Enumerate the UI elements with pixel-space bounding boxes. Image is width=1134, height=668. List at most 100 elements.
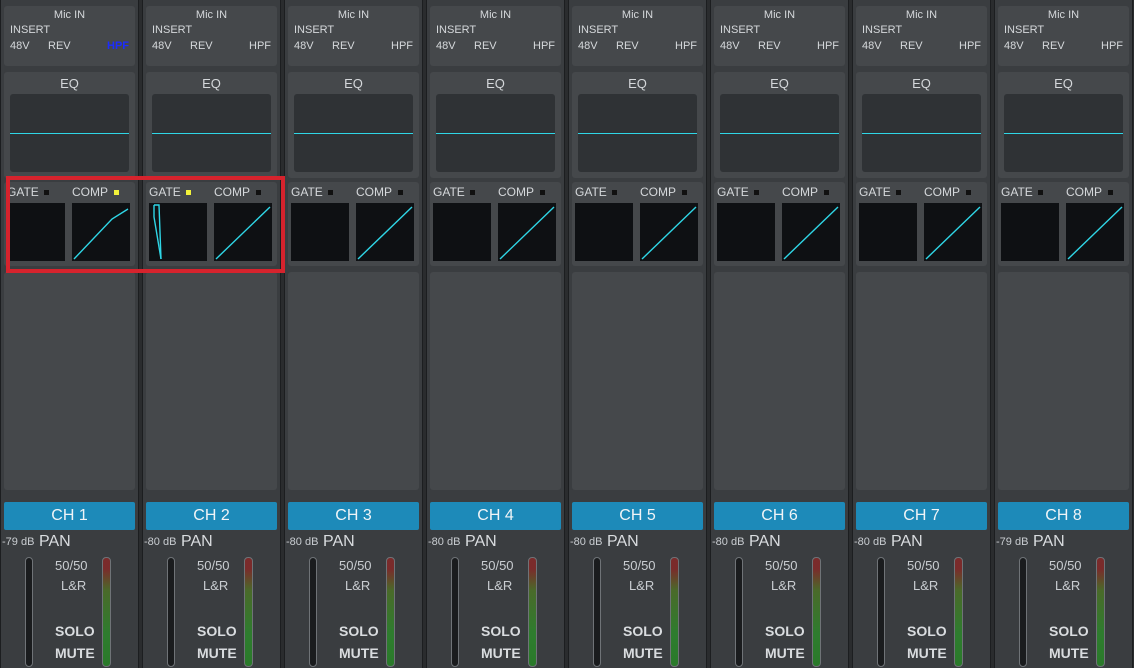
comp-graph[interactable] bbox=[782, 203, 840, 261]
fader-track[interactable] bbox=[309, 557, 317, 667]
eq-section[interactable]: EQ bbox=[146, 72, 277, 178]
insert-button[interactable]: INSERT bbox=[294, 24, 334, 36]
gate-graph[interactable] bbox=[433, 203, 491, 261]
comp-graph[interactable] bbox=[498, 203, 556, 261]
hpf-button[interactable]: HPF bbox=[533, 40, 555, 52]
comp-label[interactable]: COMP bbox=[356, 185, 392, 199]
solo-button[interactable]: SOLO bbox=[339, 623, 379, 639]
fader-track[interactable] bbox=[167, 557, 175, 667]
eq-curve-display[interactable] bbox=[862, 94, 981, 172]
eq-curve-display[interactable] bbox=[436, 94, 555, 172]
input-section[interactable]: Mic IN INSERT 48V REV HPF bbox=[288, 6, 419, 66]
bus-assign-label[interactable]: L&R bbox=[913, 578, 938, 593]
hpf-button[interactable]: HPF bbox=[107, 40, 129, 52]
gate-label[interactable]: GATE bbox=[859, 185, 891, 199]
eq-curve-display[interactable] bbox=[720, 94, 839, 172]
input-section[interactable]: Mic IN INSERT 48V REV HPF bbox=[572, 6, 703, 66]
bus-assign-label[interactable]: L&R bbox=[1055, 578, 1080, 593]
comp-label[interactable]: COMP bbox=[72, 185, 108, 199]
insert-button[interactable]: INSERT bbox=[720, 24, 760, 36]
pan-label[interactable]: PAN bbox=[39, 533, 71, 551]
reverb-button[interactable]: REV bbox=[1042, 40, 1065, 52]
pan-label[interactable]: PAN bbox=[323, 533, 355, 551]
hpf-button[interactable]: HPF bbox=[817, 40, 839, 52]
channel-name-button[interactable]: CH 8 bbox=[998, 502, 1129, 530]
input-section[interactable]: Mic IN INSERT 48V REV HPF bbox=[146, 6, 277, 66]
phantom-48v-button[interactable]: 48V bbox=[720, 40, 740, 52]
reverb-button[interactable]: REV bbox=[474, 40, 497, 52]
input-source-label[interactable]: Mic IN bbox=[430, 9, 561, 21]
mute-button[interactable]: MUTE bbox=[197, 645, 237, 661]
insert-button[interactable]: INSERT bbox=[1004, 24, 1044, 36]
phantom-48v-button[interactable]: 48V bbox=[1004, 40, 1024, 52]
input-section[interactable]: Mic IN INSERT 48V REV HPF bbox=[430, 6, 561, 66]
input-source-label[interactable]: Mic IN bbox=[288, 9, 419, 21]
input-source-label[interactable]: Mic IN bbox=[856, 9, 987, 21]
comp-graph[interactable] bbox=[72, 203, 130, 261]
hpf-button[interactable]: HPF bbox=[675, 40, 697, 52]
channel-name-button[interactable]: CH 6 bbox=[714, 502, 845, 530]
fader-track[interactable] bbox=[1019, 557, 1027, 667]
input-section[interactable]: Mic IN INSERT 48V REV HPF bbox=[856, 6, 987, 66]
channel-name-button[interactable]: CH 5 bbox=[572, 502, 703, 530]
bus-assign-label[interactable]: L&R bbox=[487, 578, 512, 593]
channel-name-button[interactable]: CH 4 bbox=[430, 502, 561, 530]
reverb-button[interactable]: REV bbox=[616, 40, 639, 52]
comp-graph[interactable] bbox=[356, 203, 414, 261]
eq-section[interactable]: EQ bbox=[714, 72, 845, 178]
gate-label[interactable]: GATE bbox=[291, 185, 323, 199]
gate-graph[interactable] bbox=[7, 203, 65, 261]
eq-curve-display[interactable] bbox=[294, 94, 413, 172]
gate-graph[interactable] bbox=[859, 203, 917, 261]
gate-graph[interactable] bbox=[717, 203, 775, 261]
solo-button[interactable]: SOLO bbox=[623, 623, 663, 639]
input-source-label[interactable]: Mic IN bbox=[4, 9, 135, 21]
input-source-label[interactable]: Mic IN bbox=[714, 9, 845, 21]
eq-curve-display[interactable] bbox=[10, 94, 129, 172]
insert-button[interactable]: INSERT bbox=[152, 24, 192, 36]
insert-button[interactable]: INSERT bbox=[10, 24, 50, 36]
channel-name-button[interactable]: CH 1 bbox=[4, 502, 135, 530]
solo-button[interactable]: SOLO bbox=[907, 623, 947, 639]
fader-track[interactable] bbox=[593, 557, 601, 667]
pan-label[interactable]: PAN bbox=[749, 533, 781, 551]
bus-assign-label[interactable]: L&R bbox=[771, 578, 796, 593]
gate-label[interactable]: GATE bbox=[1001, 185, 1033, 199]
gate-label[interactable]: GATE bbox=[433, 185, 465, 199]
channel-name-button[interactable]: CH 2 bbox=[146, 502, 277, 530]
phantom-48v-button[interactable]: 48V bbox=[578, 40, 598, 52]
input-source-label[interactable]: Mic IN bbox=[146, 9, 277, 21]
fader-track[interactable] bbox=[451, 557, 459, 667]
pan-label[interactable]: PAN bbox=[181, 533, 213, 551]
mute-button[interactable]: MUTE bbox=[1049, 645, 1089, 661]
phantom-48v-button[interactable]: 48V bbox=[862, 40, 882, 52]
reverb-button[interactable]: REV bbox=[332, 40, 355, 52]
bus-assign-label[interactable]: L&R bbox=[203, 578, 228, 593]
gate-graph[interactable] bbox=[291, 203, 349, 261]
reverb-button[interactable]: REV bbox=[900, 40, 923, 52]
eq-section[interactable]: EQ bbox=[430, 72, 561, 178]
eq-curve-display[interactable] bbox=[578, 94, 697, 172]
input-section[interactable]: Mic IN INSERT 48V REV HPF bbox=[4, 6, 135, 66]
comp-label[interactable]: COMP bbox=[782, 185, 818, 199]
eq-section[interactable]: EQ bbox=[856, 72, 987, 178]
bus-assign-label[interactable]: L&R bbox=[629, 578, 654, 593]
input-section[interactable]: Mic IN INSERT 48V REV HPF bbox=[998, 6, 1129, 66]
reverb-button[interactable]: REV bbox=[758, 40, 781, 52]
comp-graph[interactable] bbox=[924, 203, 982, 261]
mute-button[interactable]: MUTE bbox=[339, 645, 379, 661]
channel-name-button[interactable]: CH 3 bbox=[288, 502, 419, 530]
insert-button[interactable]: INSERT bbox=[436, 24, 476, 36]
gate-graph[interactable] bbox=[149, 203, 207, 261]
comp-graph[interactable] bbox=[640, 203, 698, 261]
pan-label[interactable]: PAN bbox=[607, 533, 639, 551]
phantom-48v-button[interactable]: 48V bbox=[294, 40, 314, 52]
solo-button[interactable]: SOLO bbox=[481, 623, 521, 639]
comp-label[interactable]: COMP bbox=[640, 185, 676, 199]
comp-label[interactable]: COMP bbox=[498, 185, 534, 199]
pan-label[interactable]: PAN bbox=[891, 533, 923, 551]
reverb-button[interactable]: REV bbox=[48, 40, 71, 52]
hpf-button[interactable]: HPF bbox=[959, 40, 981, 52]
comp-label[interactable]: COMP bbox=[1066, 185, 1102, 199]
fader-track[interactable] bbox=[877, 557, 885, 667]
